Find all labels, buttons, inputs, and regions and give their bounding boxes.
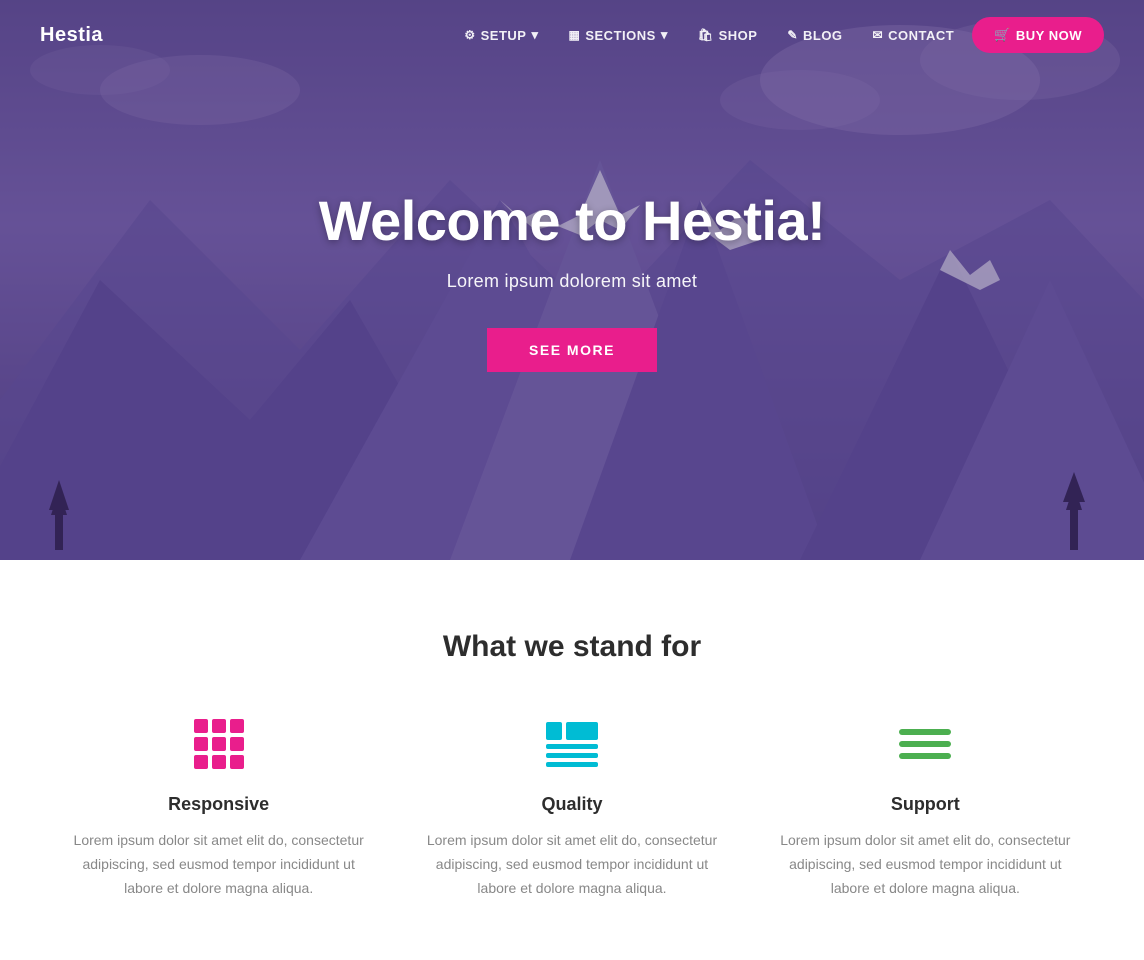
grid-icon: [194, 719, 244, 769]
nav-menu: ⚙ SETUP ▾ ▦ SECTIONS ▾ 🛍 SHOP ✎ BLOG: [452, 17, 1104, 53]
responsive-icon-wrap: [189, 714, 249, 774]
lines-icon: [899, 729, 951, 759]
cart-icon: 🛒: [994, 27, 1011, 43]
chevron-down-icon: ▾: [531, 27, 538, 43]
nav-item-buy: 🛒 BUY NOW: [972, 17, 1104, 53]
buy-now-button[interactable]: 🛒 BUY NOW: [972, 17, 1104, 53]
nav-link-contact[interactable]: ✉ CONTACT: [861, 20, 967, 51]
brand-logo[interactable]: Hestia: [40, 24, 103, 47]
hero-subtitle: Lorem ipsum dolorem sit amet: [319, 271, 826, 292]
shop-icon: 🛍: [698, 28, 714, 42]
support-label: Support: [891, 794, 960, 815]
nav-link-shop[interactable]: 🛍 SHOP: [686, 20, 770, 51]
see-more-button[interactable]: SEE MORE: [487, 328, 657, 372]
nav-label-shop: SHOP: [719, 28, 758, 43]
support-icon-wrap: [895, 714, 955, 774]
table-icon: [546, 722, 598, 767]
navbar: Hestia ⚙ SETUP ▾ ▦ SECTIONS ▾ 🛍 SHOP ✎: [0, 0, 1144, 70]
features-title: What we stand for: [40, 630, 1104, 664]
features-section: What we stand for Responsive Lorem ipsum…: [0, 560, 1144, 960]
quality-label: Quality: [541, 794, 602, 815]
hero-title: Welcome to Hestia!: [319, 188, 826, 253]
contact-icon: ✉: [873, 28, 884, 42]
nav-link-setup[interactable]: ⚙ SETUP ▾: [452, 19, 550, 51]
setup-icon: ⚙: [464, 28, 475, 42]
quality-desc: Lorem ipsum dolor sit amet elit do, cons…: [425, 829, 718, 900]
nav-item-setup: ⚙ SETUP ▾: [452, 19, 550, 51]
nav-item-sections: ▦ SECTIONS ▾: [557, 19, 680, 51]
sections-icon: ▦: [569, 28, 581, 42]
responsive-label: Responsive: [168, 794, 269, 815]
blog-icon: ✎: [787, 28, 798, 42]
nav-item-shop: 🛍 SHOP: [686, 20, 770, 51]
nav-item-contact: ✉ CONTACT: [861, 20, 967, 51]
feature-support: Support Lorem ipsum dolor sit amet elit …: [779, 714, 1072, 900]
support-desc: Lorem ipsum dolor sit amet elit do, cons…: [779, 829, 1072, 900]
nav-link-sections[interactable]: ▦ SECTIONS ▾: [557, 19, 680, 51]
nav-label-sections: SECTIONS: [585, 28, 655, 43]
responsive-desc: Lorem ipsum dolor sit amet elit do, cons…: [72, 829, 365, 900]
nav-link-blog[interactable]: ✎ BLOG: [775, 20, 854, 51]
hero-section: Welcome to Hestia! Lorem ipsum dolorem s…: [0, 0, 1144, 560]
feature-responsive: Responsive Lorem ipsum dolor sit amet el…: [72, 714, 365, 900]
feature-quality: Quality Lorem ipsum dolor sit amet elit …: [425, 714, 718, 900]
nav-label-contact: CONTACT: [888, 28, 954, 43]
quality-icon-wrap: [542, 714, 602, 774]
buy-now-label: BUY NOW: [1016, 28, 1082, 43]
chevron-down-icon-2: ▾: [661, 27, 668, 43]
features-grid: Responsive Lorem ipsum dolor sit amet el…: [72, 714, 1072, 900]
nav-label-setup: SETUP: [481, 28, 527, 43]
nav-label-blog: BLOG: [803, 28, 843, 43]
hero-content: Welcome to Hestia! Lorem ipsum dolorem s…: [299, 168, 846, 392]
nav-item-blog: ✎ BLOG: [775, 20, 854, 51]
